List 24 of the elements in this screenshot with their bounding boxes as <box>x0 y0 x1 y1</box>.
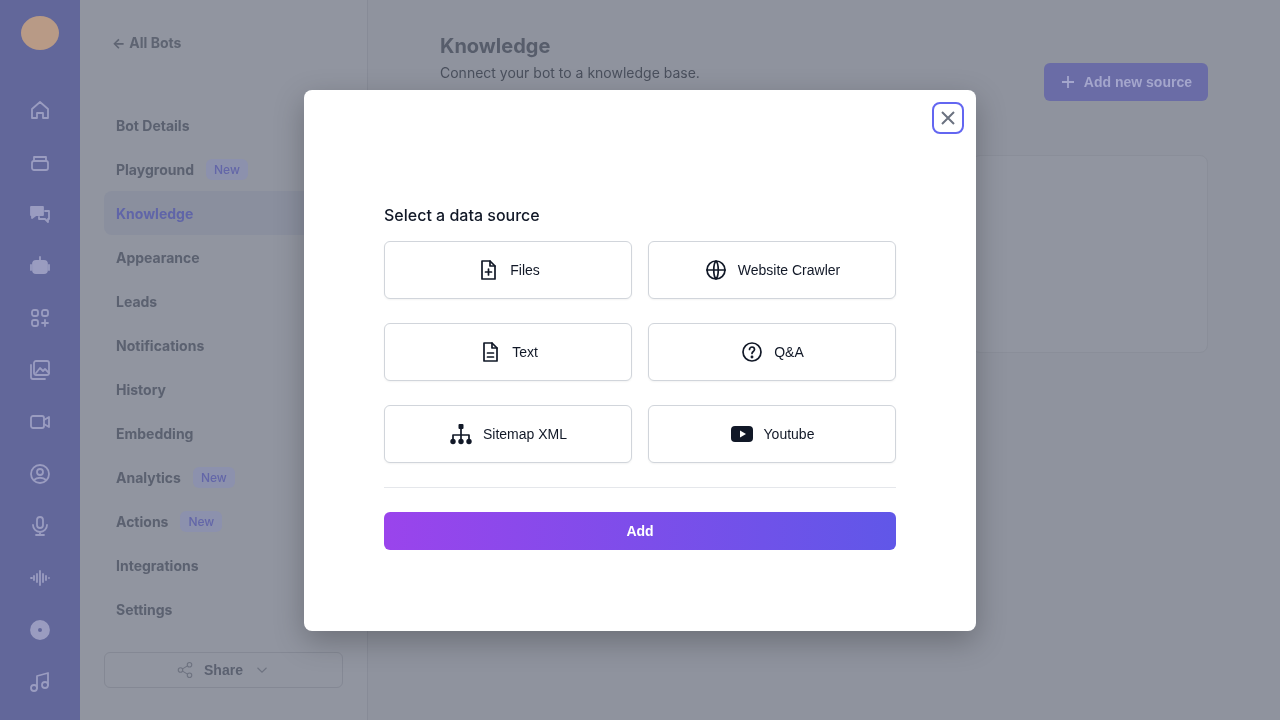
page-subtitle: Connect your bot to a knowledge base. <box>440 64 700 81</box>
home-icon[interactable] <box>28 98 52 122</box>
add-button[interactable]: Add <box>384 512 896 550</box>
globe-icon <box>703 258 728 282</box>
share-icon <box>176 661 195 679</box>
source-option[interactable]: Q&A <box>648 323 896 381</box>
source-option[interactable]: Text <box>384 323 632 381</box>
plus-icon <box>1059 74 1076 90</box>
source-option[interactable]: Sitemap XML <box>384 405 632 463</box>
source-option[interactable]: Website Crawler <box>648 241 896 299</box>
source-option[interactable]: Youtube <box>648 405 896 463</box>
music-icon[interactable] <box>28 670 52 694</box>
apps-icon[interactable] <box>28 306 52 330</box>
logo-icon[interactable] <box>21 16 59 50</box>
image-icon[interactable] <box>28 358 52 382</box>
page-title: Knowledge <box>440 34 552 58</box>
user-icon[interactable] <box>28 462 52 486</box>
add-source-button[interactable]: Add new source <box>1043 63 1208 101</box>
modal-title: Select a data source <box>384 205 541 225</box>
source-option[interactable]: Files <box>384 241 632 299</box>
close-button[interactable] <box>932 102 964 134</box>
disc-icon[interactable] <box>28 618 52 642</box>
question-icon <box>740 340 765 364</box>
sitemap-icon <box>448 422 473 446</box>
